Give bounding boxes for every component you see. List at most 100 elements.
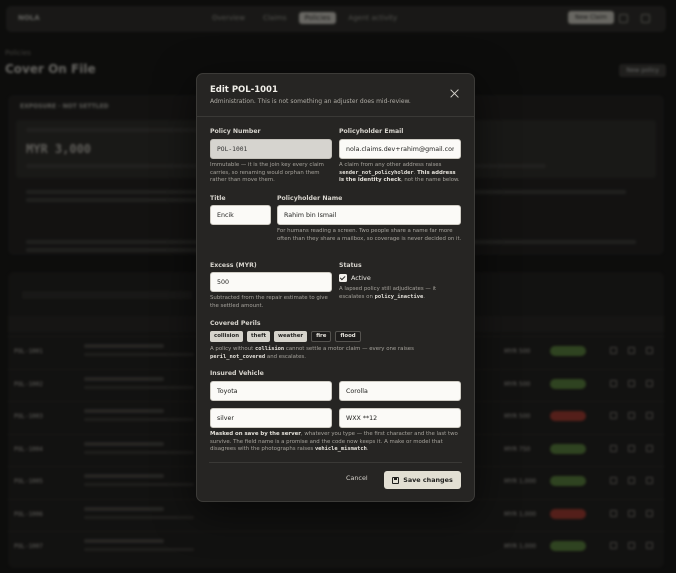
policy-number-hint: Immutable — it is the join key every cla… [210, 162, 324, 184]
active-checkbox[interactable] [339, 274, 347, 282]
view-icon[interactable] [628, 477, 635, 484]
nav-item[interactable]: Agent activity [342, 12, 403, 24]
policy-number-field [210, 139, 332, 159]
save-icon [392, 476, 400, 484]
close-icon[interactable] [449, 88, 460, 99]
status-label: Status [339, 262, 362, 269]
title-field[interactable] [210, 205, 271, 225]
settings-icon[interactable] [619, 14, 628, 23]
add-policy-button[interactable]: New policy [619, 64, 666, 77]
nav-item-policies[interactable]: Policies [298, 12, 337, 24]
policyholder-email-hint: A claim from any other address raises se… [339, 162, 460, 184]
row-policy-id: POL-1001 [14, 348, 43, 355]
new-claim-button[interactable]: New Claim [567, 11, 614, 24]
row-excess: MYR 500 [504, 380, 531, 388]
peril-chip-weather[interactable]: weather [274, 331, 308, 342]
nav-item[interactable]: Overview [206, 12, 251, 24]
nav-item[interactable]: Claims [257, 12, 293, 24]
edit-icon[interactable] [610, 379, 617, 387]
save-changes-label: Save changes [403, 476, 453, 484]
excess-field[interactable] [210, 272, 332, 292]
policyholder-name-field[interactable] [277, 205, 461, 225]
perils-chip-group: collision theft weather fire flood [210, 331, 361, 342]
row-policy-id: POL-1006 [14, 510, 43, 518]
view-icon[interactable] [628, 412, 635, 419]
status-badge [550, 476, 586, 486]
table-search[interactable] [22, 291, 192, 299]
policyholder-name-hint: For humans reading a screen. Two people … [277, 228, 462, 242]
view-icon[interactable] [628, 347, 635, 354]
row-excess: MYR 1,000 [504, 543, 537, 550]
edit-policy-dialog: Edit POL-1001 Administration. This is no… [196, 73, 475, 502]
edit-icon[interactable] [610, 412, 617, 419]
status-badge [550, 443, 586, 454]
view-icon[interactable] [628, 542, 635, 549]
edit-icon[interactable] [610, 509, 617, 517]
summary-heading: EXPOSURE · NOT SETTLED [20, 103, 109, 110]
covered-perils-label: Covered Perils [210, 320, 261, 327]
status-badge [550, 508, 586, 519]
vehicle-color-field[interactable] [210, 408, 332, 428]
edit-icon[interactable] [610, 477, 617, 484]
peril-chip-collision[interactable]: collision [210, 331, 244, 342]
save-changes-button[interactable]: Save changes [384, 471, 461, 489]
row-excess: MYR 1,000 [504, 510, 537, 518]
policyholder-email-field[interactable] [339, 139, 461, 159]
status-hint: A lapsed policy still adjudicates — it e… [339, 286, 437, 300]
covered-perils-hint: A policy without collision cannot settle… [210, 346, 414, 360]
peril-chip-theft[interactable]: theft [247, 331, 271, 342]
row-policy-id: POL-1004 [14, 445, 43, 453]
peril-chip-flood[interactable]: flood [335, 331, 361, 342]
divider [209, 462, 462, 463]
edit-icon[interactable] [610, 444, 617, 452]
delete-icon[interactable] [646, 444, 653, 452]
row-policy-id: POL-1005 [14, 478, 43, 485]
status-badge [550, 411, 586, 421]
table-row[interactable]: POL-1007 MYR 1,000 [8, 531, 664, 561]
divider [197, 116, 474, 117]
main-nav: Overview Claims Policies Agent activity [206, 12, 403, 24]
delete-icon[interactable] [646, 379, 653, 387]
row-policy-id: POL-1003 [14, 413, 43, 420]
delete-icon[interactable] [646, 347, 653, 354]
cancel-button[interactable]: Cancel [346, 474, 368, 482]
status-badge [550, 541, 586, 551]
edit-icon[interactable] [610, 542, 617, 549]
policyholder-name-label: Policyholder Name [277, 195, 343, 202]
peril-chip-fire[interactable]: fire [311, 331, 332, 342]
title-label: Title [210, 195, 226, 202]
user-icon[interactable] [641, 14, 650, 23]
vehicle-model-field[interactable] [339, 381, 461, 401]
status-badge [550, 346, 586, 356]
delete-icon[interactable] [646, 477, 653, 484]
view-icon[interactable] [628, 509, 635, 517]
policy-number-label: Policy Number [210, 128, 261, 135]
vehicle-make-field[interactable] [210, 381, 332, 401]
delete-icon[interactable] [646, 509, 653, 517]
row-policy-id: POL-1002 [14, 380, 43, 388]
delete-icon[interactable] [646, 542, 653, 549]
excess-hint: Subtracted from the repair estimate to g… [210, 295, 328, 309]
dialog-title: Edit POL-1001 [210, 85, 278, 95]
breadcrumb: Policies [5, 49, 31, 57]
row-excess: MYR 500 [504, 348, 531, 355]
view-icon[interactable] [628, 444, 635, 452]
vehicle-plate-field[interactable] [339, 408, 461, 428]
row-excess: MYR 750 [504, 445, 531, 453]
row-policy-id: POL-1007 [14, 543, 43, 550]
edit-icon[interactable] [610, 347, 617, 354]
row-excess: MYR 1,000 [504, 478, 537, 485]
insured-vehicle-hint: Masked on save by the server, whatever y… [210, 431, 458, 453]
status-badge [550, 378, 586, 389]
delete-icon[interactable] [646, 412, 653, 419]
active-checkbox-label[interactable]: Active [351, 274, 371, 282]
policyholder-email-label: Policyholder Email [339, 128, 404, 135]
insured-vehicle-label: Insured Vehicle [210, 370, 264, 377]
table-row[interactable]: POL-1006 MYR 1,000 [8, 498, 664, 529]
page-title: Cover On File [5, 62, 96, 76]
row-excess: MYR 500 [504, 413, 531, 420]
brand-logo: NOLA [18, 14, 40, 22]
dialog-subtitle: Administration. This is not something an… [210, 98, 411, 105]
view-icon[interactable] [628, 379, 635, 387]
summary-amount: MYR 3,000 [26, 142, 92, 156]
